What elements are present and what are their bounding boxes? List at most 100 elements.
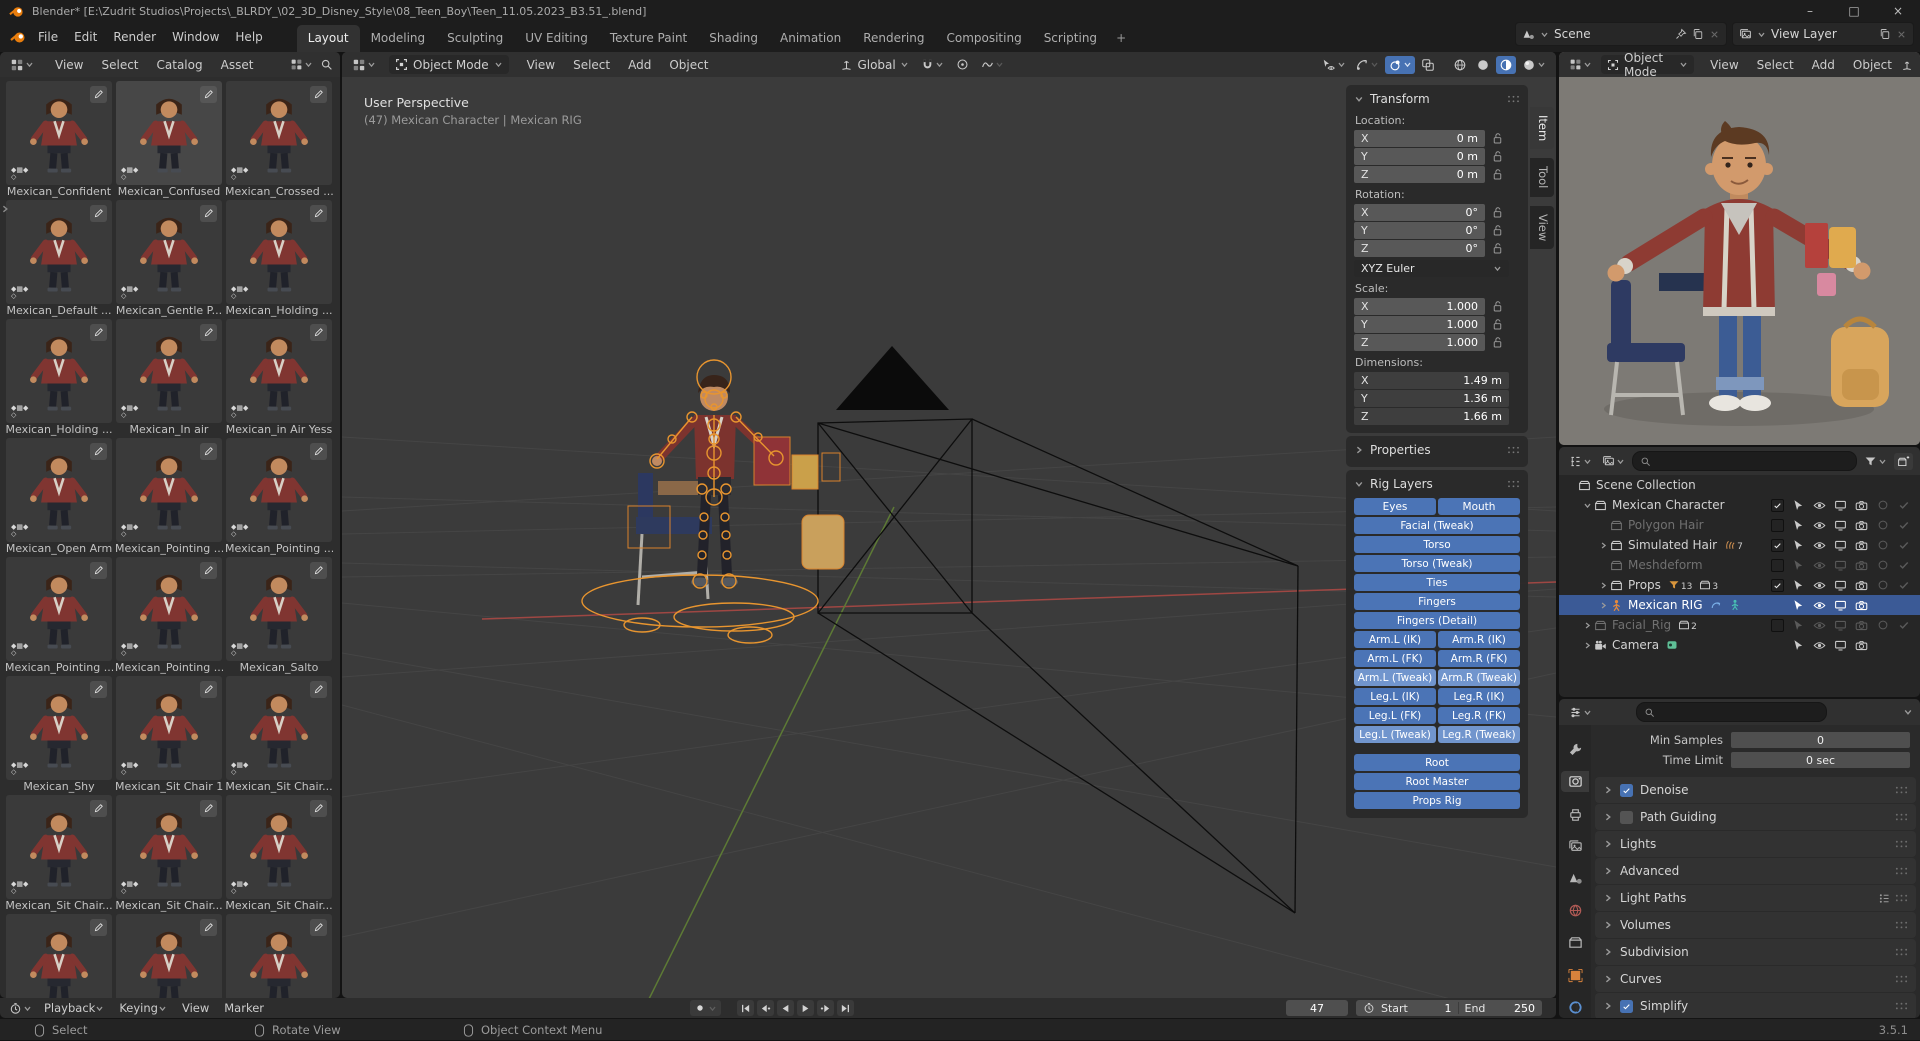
edit-pose-icon[interactable] xyxy=(310,562,327,579)
edit-pose-icon[interactable] xyxy=(200,443,217,460)
close-icon[interactable] xyxy=(1896,29,1907,40)
selectable-icon[interactable] xyxy=(1788,539,1809,552)
edit-pose-icon[interactable] xyxy=(310,86,327,103)
gizmos-dropdown[interactable] xyxy=(1352,56,1382,74)
viewport-menu-view[interactable]: View xyxy=(519,55,563,75)
n-panel-tab-tool[interactable]: Tool xyxy=(1530,158,1554,196)
rig-layer-button-props-rig[interactable]: Props Rig xyxy=(1354,792,1520,809)
shading-wireframe-button[interactable] xyxy=(1450,56,1470,74)
expand-arrow-icon[interactable] xyxy=(1599,581,1610,590)
copy-icon[interactable] xyxy=(1692,28,1704,40)
edit-pose-icon[interactable] xyxy=(310,681,327,698)
workspace-tab-uv-editing[interactable]: UV Editing xyxy=(514,25,599,52)
snap-dropdown[interactable] xyxy=(918,56,947,73)
rig-layer-button-arm-l-ik-[interactable]: Arm.L (IK) xyxy=(1354,631,1436,648)
transform-orientation-dropdown[interactable]: Global xyxy=(837,56,911,74)
workspace-tab-compositing[interactable]: Compositing xyxy=(935,25,1032,52)
exclude-checkbox[interactable] xyxy=(1771,499,1784,512)
exclude-checkbox[interactable] xyxy=(1771,519,1784,532)
indirect-only-icon[interactable] xyxy=(1893,499,1914,511)
asset-item[interactable]: ◆▦◆◇Mexican_Sit Chair... xyxy=(115,795,223,914)
previous-keyframe-button[interactable] xyxy=(757,1000,774,1016)
selectable-icon[interactable] xyxy=(1788,599,1809,612)
shading-rendered-button[interactable] xyxy=(1519,56,1549,74)
asset-thumbnail[interactable]: ◆▦◆◇ xyxy=(116,676,222,780)
exclude-checkbox[interactable] xyxy=(1771,619,1784,632)
transform-field[interactable]: Z0 m xyxy=(1354,166,1485,183)
asset-thumbnail[interactable]: ◆▦◆◇ xyxy=(116,438,222,542)
property-value-field[interactable]: 0 sec xyxy=(1731,752,1910,768)
rig-layer-button-arm-r-tweak-[interactable]: Arm.R (Tweak) xyxy=(1438,669,1520,686)
edit-pose-icon[interactable] xyxy=(90,800,107,817)
rig-layer-button-leg-l-fk-[interactable]: Leg.L (FK) xyxy=(1354,707,1436,724)
edit-pose-icon[interactable] xyxy=(200,205,217,222)
hide-viewport-icon[interactable] xyxy=(1830,559,1851,572)
edit-pose-icon[interactable] xyxy=(200,681,217,698)
indirect-only-icon[interactable] xyxy=(1893,519,1914,531)
panel-checkbox[interactable] xyxy=(1620,1000,1633,1013)
lock-icon[interactable] xyxy=(1491,224,1504,237)
rig-layer-button-leg-l-tweak-[interactable]: Leg.L (Tweak) xyxy=(1354,726,1436,743)
asset-thumbnail[interactable]: ◆▦◆◇ xyxy=(226,200,332,304)
properties-tab-world-icon[interactable] xyxy=(1561,900,1589,921)
outliner-row[interactable]: Mexican RIG xyxy=(1559,595,1920,615)
exclude-checkbox[interactable] xyxy=(1771,539,1784,552)
rig-layer-button-leg-r-fk-[interactable]: Leg.R (FK) xyxy=(1438,707,1520,724)
close-icon[interactable] xyxy=(1709,29,1720,40)
rig-layer-button-fingers[interactable]: Fingers xyxy=(1354,593,1520,610)
workspace-tab-modeling[interactable]: Modeling xyxy=(360,25,437,52)
viewport-3d[interactable]: Object Mode ViewSelectAddObject Global xyxy=(342,52,1556,998)
rig-layer-button-eyes[interactable]: Eyes xyxy=(1354,498,1436,515)
asset-item[interactable]: ◆▦◆◇Mexican_Gentle P... xyxy=(115,200,223,319)
edit-pose-icon[interactable] xyxy=(200,86,217,103)
outliner-row[interactable]: Polygon Hair xyxy=(1559,515,1920,535)
play-reverse-button[interactable] xyxy=(777,1000,794,1016)
properties-tab-view-layer-icon[interactable] xyxy=(1561,836,1589,857)
hide-eye-icon[interactable] xyxy=(1809,519,1830,532)
outliner-row[interactable]: Meshdeform xyxy=(1559,555,1920,575)
workspace-tab-texture-paint[interactable]: Texture Paint xyxy=(599,25,698,52)
lock-icon[interactable] xyxy=(1491,336,1504,349)
hide-viewport-icon[interactable] xyxy=(1830,519,1851,532)
edit-pose-icon[interactable] xyxy=(90,919,107,936)
asset-thumbnail[interactable]: ◆▦◆◇ xyxy=(6,795,112,899)
panel-light-paths[interactable]: Light Paths xyxy=(1595,885,1916,911)
transform-field[interactable]: Y0 m xyxy=(1354,148,1485,165)
rig-layer-button-mouth[interactable]: Mouth xyxy=(1438,498,1520,515)
asset-thumbnail[interactable]: ◆▦◆◇ xyxy=(116,200,222,304)
edit-pose-icon[interactable] xyxy=(90,205,107,222)
edit-pose-icon[interactable] xyxy=(200,324,217,341)
asset-item[interactable]: ◆▦◆◇Mexican_Shy xyxy=(5,676,113,795)
preset-list-icon[interactable] xyxy=(1878,892,1891,905)
properties-tab-object-icon[interactable] xyxy=(1561,965,1589,986)
hide-eye-icon[interactable] xyxy=(1809,619,1830,632)
panel-advanced[interactable]: Advanced xyxy=(1595,858,1916,884)
panel-lights[interactable]: Lights xyxy=(1595,831,1916,857)
hide-render-icon[interactable] xyxy=(1851,639,1872,652)
display-mode-button[interactable] xyxy=(1599,453,1628,470)
properties-tab-output-icon[interactable] xyxy=(1561,803,1589,824)
asset-thumbnail[interactable]: ◆▦◆◇ xyxy=(6,200,112,304)
editor-type-button[interactable] xyxy=(7,56,37,74)
shading-solid-button[interactable] xyxy=(1473,56,1493,74)
asset-item[interactable]: ◆▦◆◇Mexican_Pointing ... xyxy=(5,557,113,676)
editor-type-button[interactable] xyxy=(349,56,379,74)
rig-layer-button-root-master[interactable]: Root Master xyxy=(1354,773,1520,790)
asset-thumbnail[interactable]: ◆▦◆◇ xyxy=(6,557,112,661)
lock-icon[interactable] xyxy=(1491,206,1504,219)
properties-tab-collection-icon[interactable] xyxy=(1561,932,1589,953)
expand-arrow-icon[interactable] xyxy=(1599,601,1610,610)
properties-tab-tool-icon[interactable] xyxy=(1561,739,1589,760)
expand-arrow-icon[interactable] xyxy=(1583,501,1594,510)
asset-thumbnail[interactable]: ◆▦◆◇ xyxy=(116,795,222,899)
asset-item[interactable]: ◆▦◆◇Mexican_Default ... xyxy=(5,200,113,319)
transform-field[interactable]: X0° xyxy=(1354,204,1485,221)
rig-layer-button-leg-r-tweak-[interactable]: Leg.R (Tweak) xyxy=(1438,726,1520,743)
selectable-icon[interactable] xyxy=(1788,559,1809,572)
viewport-menu-select[interactable]: Select xyxy=(565,55,618,75)
asset-item[interactable]: ◆▦◆◇Mexican_Salto xyxy=(225,557,333,676)
panel-volumes[interactable]: Volumes xyxy=(1595,912,1916,938)
outliner-row[interactable]: Mexican Character xyxy=(1559,495,1920,515)
panel-path-guiding[interactable]: Path Guiding xyxy=(1595,804,1916,830)
asset-item[interactable]: ◆▦◆◇Mexican_Pointing ... xyxy=(115,438,223,557)
